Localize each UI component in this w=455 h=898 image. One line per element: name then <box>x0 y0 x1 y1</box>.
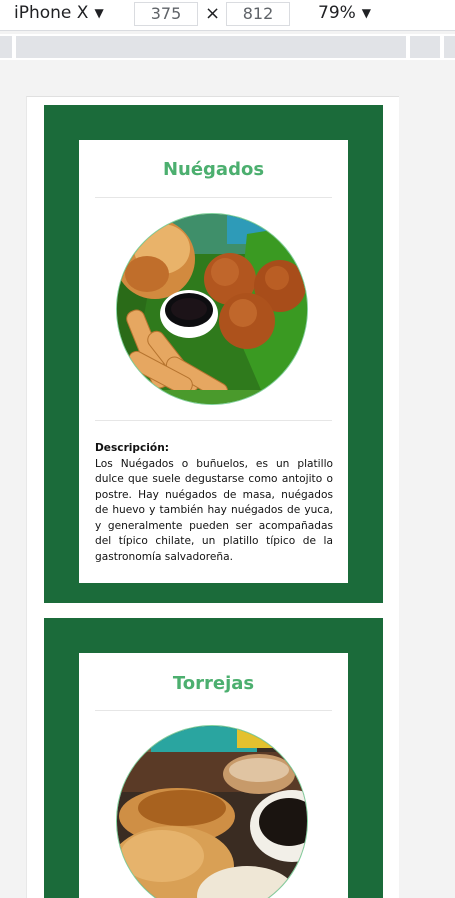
width-input[interactable]: 375 <box>134 2 198 26</box>
description-label: Descripción: <box>95 442 169 454</box>
times-icon: × <box>205 3 221 24</box>
height-input[interactable]: 812 <box>226 2 290 26</box>
card-title: Torrejas <box>172 673 255 694</box>
media-query-bar <box>0 34 455 60</box>
food-photo <box>116 725 308 898</box>
device-toolbar: iPhone X ▼ 375 × 812 79% ▼ <box>0 0 455 31</box>
dropdown-triangle-icon: ▼ <box>94 6 104 20</box>
divider <box>95 420 332 421</box>
card-content: Torrejas <box>79 653 348 898</box>
media-query-segment[interactable] <box>410 36 440 58</box>
divider <box>95 197 332 198</box>
dropdown-triangle-icon: ▼ <box>361 6 372 20</box>
media-query-segment[interactable] <box>444 36 455 58</box>
card-title: Nuégados <box>162 159 265 180</box>
device-name: iPhone X <box>14 3 89 23</box>
food-card: Torrejas <box>44 618 383 898</box>
zoom-select[interactable]: 79% ▼ <box>318 3 371 23</box>
zoom-value: 79% <box>318 3 356 23</box>
food-card: Nuégados Descripción: Los Nuégados o buñ… <box>44 105 383 603</box>
description-text: Los Nuégados o buñuelos, es un platillo … <box>95 457 333 563</box>
media-query-segment[interactable] <box>16 36 406 58</box>
card-content: Nuégados Descripción: Los Nuégados o buñ… <box>79 140 348 583</box>
device-select[interactable]: iPhone X ▼ <box>14 3 104 23</box>
description: Descripción: Los Nuégados o buñuelos, es… <box>95 441 333 565</box>
divider <box>95 710 332 711</box>
device-viewport: Nuégados Descripción: Los Nuégados o buñ… <box>26 96 399 898</box>
media-query-segment[interactable] <box>0 36 12 58</box>
food-photo <box>116 213 308 405</box>
